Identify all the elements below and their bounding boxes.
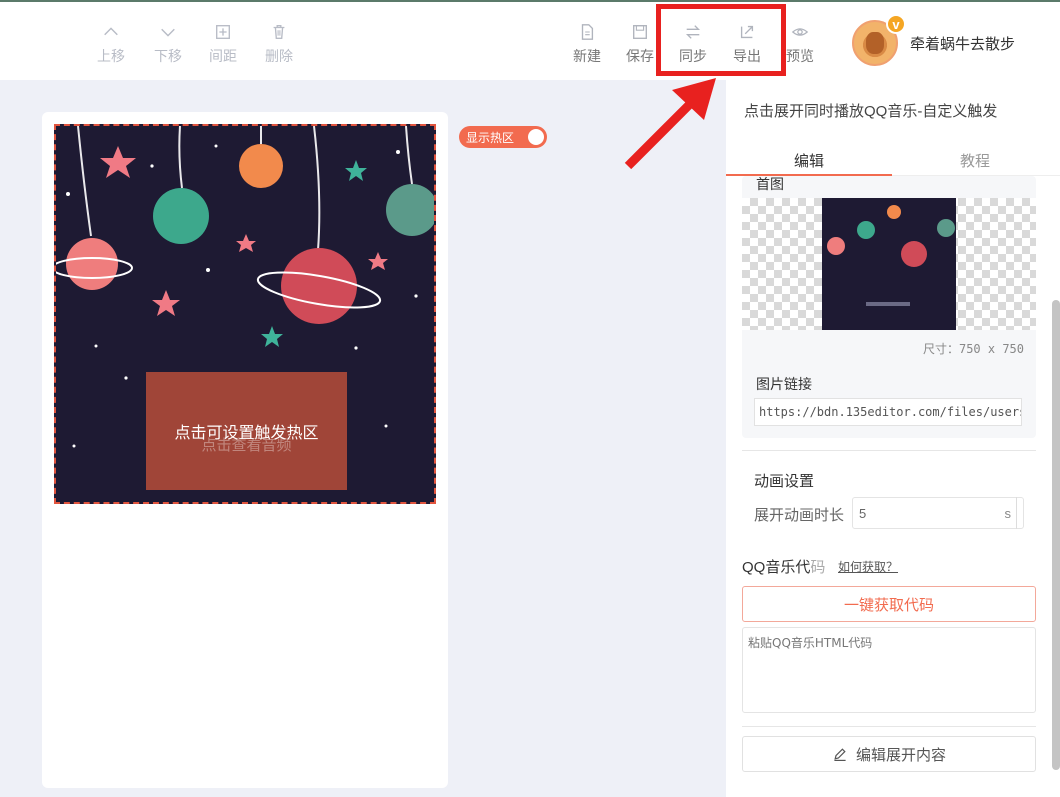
divider (742, 726, 1036, 727)
spacing-button[interactable]: 间距 (201, 20, 245, 66)
qq-code-textarea[interactable]: 粘贴QQ音乐HTML代码 (742, 627, 1036, 713)
panel-scrollbar[interactable] (1052, 300, 1060, 770)
image-size: 尺寸：750 x 750 (922, 342, 1024, 356)
top-toolbar: 上移 下移 间距 删除 新建 保存 同步 导出 预览 牵着蜗牛去散步 v (0, 0, 1060, 80)
toggle-label: 显示热区 (466, 130, 515, 145)
space-artwork[interactable]: 点击可设置触发热区 点击查看音频 (54, 124, 436, 504)
image-link-label: 图片链接 (756, 376, 812, 392)
image-preview[interactable] (742, 198, 1036, 330)
move-down-button[interactable]: 下移 (146, 20, 190, 66)
panel-title: 点击展开同时播放QQ音乐-自定义触发 (744, 103, 998, 120)
duration-label: 展开动画时长 (754, 507, 845, 524)
chevron-down-icon (146, 20, 190, 44)
highlight-box (656, 4, 786, 76)
tab-tutorial[interactable]: 教程 (960, 150, 990, 171)
how-to-get-link[interactable]: 如何获取？ (838, 558, 898, 575)
trash-icon (257, 20, 301, 44)
edit-expand-content-button[interactable]: 编辑展开内容 (742, 736, 1036, 772)
plus-square-icon (201, 20, 245, 44)
image-caption: 首图 (756, 176, 784, 192)
hot-zone-label: 点击可设置触发热区 (174, 425, 319, 442)
divider (742, 450, 1036, 451)
show-hot-zone-toggle[interactable]: 显示热区 (459, 126, 547, 148)
duration-value: 5 (859, 506, 867, 521)
settings-panel: 点击展开同时播放QQ音乐-自定义触发 编辑 教程 首图 尺寸：750 x 750… (726, 80, 1060, 797)
hot-zone[interactable]: 点击可设置触发热区 点击查看音频 (146, 372, 347, 490)
image-thumbnail (822, 198, 956, 330)
toggle-knob (528, 129, 544, 145)
move-up-button[interactable]: 上移 (89, 20, 133, 66)
file-icon (565, 20, 609, 44)
tab-edit[interactable]: 编辑 (794, 150, 824, 171)
chevron-up-icon (89, 20, 133, 44)
image-link-input[interactable]: https://bdn.135editor.com/files/users/0/ (754, 398, 1022, 426)
panel-tabs: 编辑 教程 (726, 138, 1060, 176)
duration-input[interactable]: 5 s (852, 497, 1024, 529)
user-profile[interactable]: 牵着蜗牛去散步 (852, 20, 1015, 66)
delete-button[interactable]: 删除 (257, 20, 301, 66)
new-button[interactable]: 新建 (565, 20, 609, 66)
user-name[interactable]: 牵着蜗牛去散步 (910, 33, 1015, 54)
cover-image-box: 首图 尺寸：750 x 750 图片链接 https://bdn.135edit… (742, 176, 1036, 438)
vip-badge: v (886, 14, 906, 34)
duration-unit: s (1004, 506, 1012, 521)
get-code-button[interactable]: 一键获取代码 (742, 586, 1036, 622)
duration-stepper[interactable] (1016, 497, 1024, 529)
pencil-icon (834, 748, 846, 761)
animation-section-title: 动画设置 (754, 473, 815, 490)
qq-music-code-label: QQ音乐代码 (742, 559, 826, 576)
